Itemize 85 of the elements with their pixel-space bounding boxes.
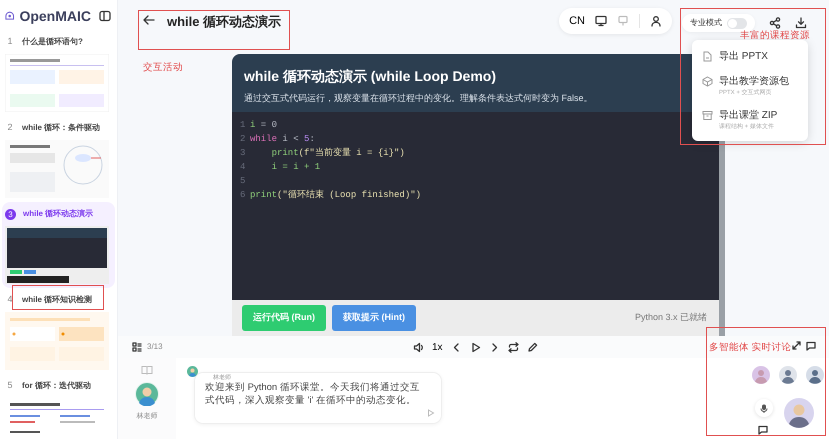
agent-avatar	[806, 366, 824, 384]
line-number: 2	[240, 133, 246, 146]
chat-button[interactable]	[806, 341, 816, 351]
slide-title: while 循环：条件驱动	[22, 122, 100, 134]
file-icon	[702, 51, 713, 62]
book-icon	[141, 364, 153, 376]
monitor-icon	[595, 15, 607, 27]
export-option-title: 导出 PPTX	[719, 50, 768, 64]
code-line: while i < 5:	[250, 133, 315, 146]
play-icon	[427, 409, 435, 417]
code-line: print(f"当前变量 i = {i}")	[270, 146, 405, 160]
slide-number: 5	[6, 379, 14, 392]
slide-list-item[interactable]: 4 while 循环知识检测	[2, 288, 115, 374]
repeat-button[interactable]	[508, 342, 519, 352]
slide-list-button[interactable]	[132, 342, 142, 352]
package-icon	[702, 76, 713, 87]
pen-icon	[526, 342, 538, 352]
play-button[interactable]	[470, 342, 481, 352]
slide-list-item[interactable]: 5 for 循环：迭代驱动	[2, 374, 115, 439]
teacher-avatar	[135, 382, 159, 406]
slide-number: 4	[6, 293, 14, 306]
slide-list-item[interactable]: 1 什么是循环语句?	[2, 30, 115, 116]
speed-button[interactable]: 1x	[432, 340, 443, 354]
annotation-label: 丰富的课程资源	[740, 29, 810, 43]
archive-icon	[702, 110, 713, 121]
play-icon	[470, 342, 481, 352]
slide-title: 什么是循环语句?	[22, 36, 83, 48]
app-logo-text: OpenMAIC	[19, 6, 91, 26]
slide-title: for 循环：迭代驱动	[22, 380, 91, 392]
screen-button[interactable]	[595, 15, 607, 27]
agent-avatar	[752, 366, 770, 384]
runtime-status: Python 3.x 已就绪	[634, 311, 707, 324]
user-icon	[650, 15, 662, 27]
slide-number: 2	[6, 121, 14, 134]
sidebar-toggle-icon	[99, 10, 111, 22]
chat-bubble-icon	[758, 425, 768, 435]
annotation-label: 交互活动	[143, 61, 183, 75]
pro-mode-switch[interactable]	[727, 18, 747, 28]
chat-bubble-icon	[806, 341, 816, 351]
message-text: 欢迎来到 Python 循环课堂。今天我们将通过交互式代码，深入观察变量 'i' 在循环中的动态变化。	[205, 381, 421, 407]
message-button[interactable]	[758, 425, 768, 435]
line-number: 4	[240, 161, 246, 174]
back-button[interactable]	[143, 14, 155, 26]
presentation-board-icon	[617, 15, 629, 27]
slide-description: 通过交互式代码运行，观察变量在循环过程中的变化。理解条件表达式何时变为 False。	[244, 92, 593, 105]
language-button[interactable]: CN	[569, 12, 585, 30]
back-arrow-icon	[143, 14, 155, 26]
annotation-label: 多智能体 实时讨论	[709, 341, 792, 355]
line-number: 3	[240, 147, 246, 160]
download-icon	[795, 17, 807, 29]
agent-avatar	[779, 366, 797, 384]
repeat-icon	[508, 342, 519, 352]
collapse-sidebar-button[interactable]	[99, 10, 111, 22]
line-number: 5	[240, 175, 246, 188]
grid-list-icon	[132, 342, 142, 352]
export-menu-item[interactable]: 导出 PPTX	[692, 44, 808, 69]
account-button[interactable]	[650, 15, 662, 27]
code-line: print("循环结束 (Loop finished)")	[250, 188, 422, 202]
microphone-icon	[760, 404, 768, 412]
download-button[interactable]	[795, 17, 807, 29]
share-icon	[769, 17, 781, 29]
code-line: i = 0	[250, 119, 278, 132]
lesson-title: while 循环动态演示	[167, 13, 282, 31]
volume-button[interactable]	[413, 342, 424, 352]
slide-list-item[interactable]: 3 while 循环动态演示	[2, 202, 115, 288]
code-line: i = i + 1	[270, 161, 320, 174]
user-avatar	[784, 398, 814, 428]
speaker-icon	[413, 342, 424, 352]
line-number: 1	[240, 119, 246, 132]
slide-title: while 循环知识检测	[22, 294, 92, 306]
slide-title: while 循环动态演示	[23, 208, 94, 220]
export-option-title: 导出课堂 ZIP	[719, 108, 778, 123]
slide-list-item[interactable]: 2 while 循环：条件驱动	[2, 116, 115, 202]
author-avatar	[187, 366, 198, 377]
expand-button[interactable]	[792, 341, 801, 350]
line-number: 6	[240, 189, 246, 202]
pro-mode-label: 专业模式	[690, 17, 722, 29]
share-button[interactable]	[769, 17, 781, 29]
page-counter: 3/13	[147, 341, 163, 353]
slide-number: 3	[5, 208, 16, 220]
slide-number: 1	[6, 35, 14, 48]
slide-heading: while 循环动态演示 (while Loop Demo)	[244, 67, 496, 86]
export-option-title: 导出教学资源包	[719, 74, 789, 89]
annotate-button[interactable]	[526, 342, 538, 352]
expand-icon	[792, 341, 801, 350]
